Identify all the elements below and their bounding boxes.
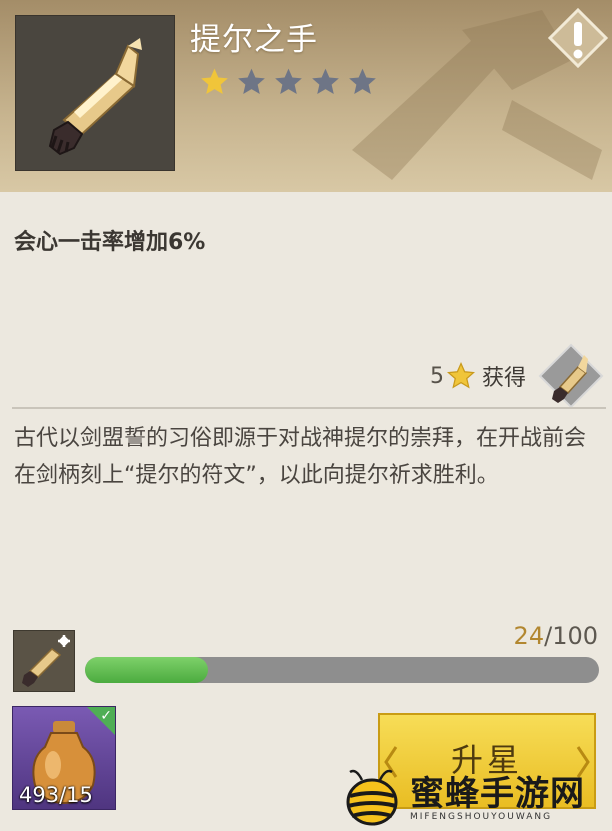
fragment-progress-text: 24/100 [514,622,598,650]
star-rating [198,66,379,98]
star-empty-icon [349,68,376,94]
gauntlet-badge-icon[interactable] [538,343,604,409]
fragment-current: 24 [513,622,545,650]
watermark-subtitle: MIFENGSHOUYOUWANG [410,812,553,822]
exclamation-icon[interactable] [548,8,608,68]
site-watermark: 蜜蜂手游网 MIFENGSHOUYOUWANG [334,764,612,831]
gauntlet-icon [48,38,142,156]
fragment-required: 100 [552,622,598,650]
section-divider [12,407,606,409]
star-icon [446,361,475,389]
item-effect: 会心一击率增加6% [14,230,206,255]
fragment-separator: / [544,622,553,650]
fragment-icon [13,630,75,692]
item-name: 提尔之手 [190,22,318,58]
fragment-progress-bar [85,657,599,683]
star-empty-icon [275,68,302,94]
material-card[interactable]: ✓ 493/15 [12,706,116,810]
star-filled-icon [201,68,228,94]
bee-logo-icon [346,769,398,826]
fragment-progress-fill [85,657,209,683]
material-count: 493/15 [19,783,93,807]
star-empty-icon [238,68,265,94]
star-empty-icon [312,68,339,94]
obtain-row: 5 获得 [430,340,604,412]
item-header: 提尔之手 [0,0,612,192]
obtain-label: 获得 [481,366,526,391]
checkmark-icon: ✓ [100,708,112,724]
item-lore: 古代以剑盟誓的习俗即源于对战神提尔的崇拜，在开战前会在剑柄刻上“提尔的符文”，以… [14,426,587,488]
watermark-title: 蜜蜂手游网 [410,774,585,814]
gauntlet-fragment-icon [22,635,70,687]
item-icon-frame [15,15,175,171]
obtain-star-requirement: 5 [429,363,444,389]
